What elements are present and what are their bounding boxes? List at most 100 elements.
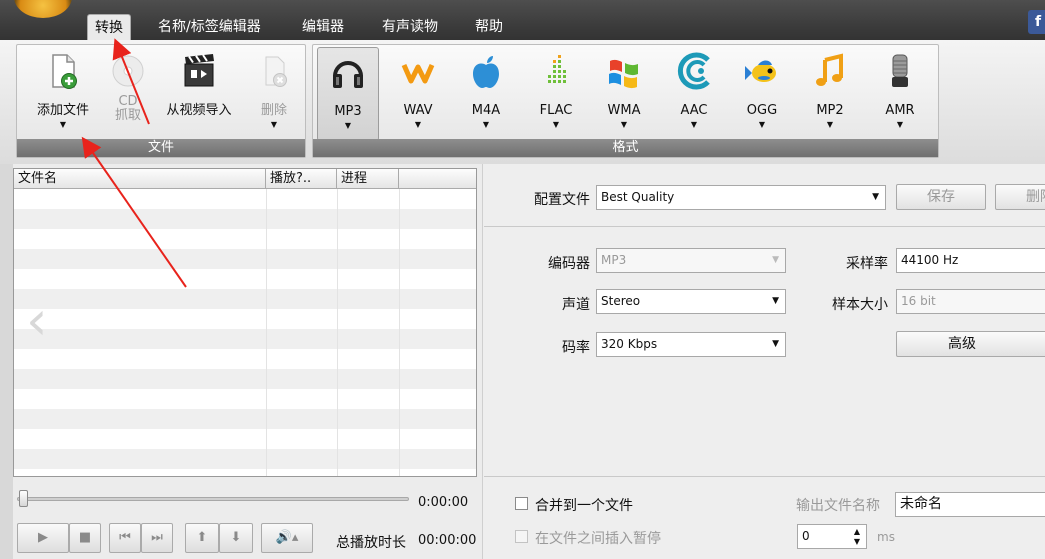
seek-slider[interactable]	[17, 497, 409, 501]
channel-value: Stereo	[601, 294, 641, 308]
next-button[interactable]: ⏭	[141, 523, 173, 553]
profile-label: 配置文件	[534, 192, 590, 208]
advanced-button[interactable]: 高级	[896, 331, 1045, 357]
next-icon: ⏭	[151, 530, 163, 545]
play-button[interactable]: ▶	[17, 523, 69, 553]
samplerate-value: 44100 Hz	[901, 253, 959, 267]
arrow-up-icon: ⬆	[196, 530, 208, 545]
tab-convert[interactable]: 转换	[87, 14, 131, 40]
cd-icon	[112, 55, 144, 87]
chevron-down-icon: ▼	[826, 120, 834, 129]
fish-icon	[745, 60, 776, 82]
merge-checkbox[interactable]	[515, 497, 528, 510]
bitrate-dropdown[interactable]: 320 Kbps ▼	[596, 332, 786, 357]
format-wma-label: WMA	[607, 103, 641, 118]
pause-duration-stepper[interactable]: 0 ▲ ▼	[797, 524, 867, 549]
facebook-icon[interactable]: f	[1028, 10, 1045, 34]
import-video-button[interactable]: 从视频导入	[157, 47, 241, 141]
format-group-caption: 格式	[313, 139, 938, 157]
merge-label: 合并到一个文件	[535, 498, 633, 514]
move-up-button[interactable]: ⬆	[185, 523, 219, 553]
chevron-down-icon: ▼	[344, 121, 352, 130]
list-row	[14, 409, 476, 429]
delete-file-label: 删除	[260, 103, 287, 118]
format-m4a-button[interactable]: M4A ▼	[455, 47, 517, 141]
chevron-down-icon: ▼	[772, 296, 779, 306]
apple-icon	[473, 56, 499, 88]
format-amr-button[interactable]: AMR ▼	[869, 47, 931, 141]
chevron-down-icon: ▼	[896, 120, 904, 129]
format-wav-label: WAV	[403, 103, 433, 118]
format-group: MP3 ▼ WAV ▼ M4A ▼ FLAC ▼ WMA ▼ AAC ▼ OGG…	[312, 44, 939, 158]
tab-help[interactable]: 帮助	[475, 14, 503, 40]
format-mp2-label: MP2	[816, 103, 844, 118]
previous-button[interactable]: ⏮	[109, 523, 141, 553]
cd-rip-button[interactable]: CD 抓取	[103, 47, 153, 141]
column-header-filename[interactable]: 文件名	[14, 169, 266, 189]
column-header-duration[interactable]: 播放?..	[266, 169, 337, 189]
list-row	[14, 369, 476, 389]
file-group: 添加文件 ▼ CD 抓取 从视频导入 删除 ▼ 文件	[16, 44, 306, 158]
stepper-arrows-icon[interactable]: ▲ ▼	[854, 527, 860, 547]
output-filename-input[interactable]: 未命名	[895, 492, 1045, 517]
add-file-icon	[52, 54, 77, 89]
format-mp3-button[interactable]: MP3 ▼	[317, 47, 379, 141]
format-ogg-button[interactable]: OGG ▼	[731, 47, 793, 141]
samplerate-dropdown[interactable]: 44100 Hz	[896, 248, 1045, 273]
format-flac-button[interactable]: FLAC ▼	[525, 47, 587, 141]
left-gutter	[0, 164, 13, 559]
aac-swirl-icon	[677, 52, 710, 90]
output-filename-label: 输出文件名称	[796, 498, 880, 514]
chevron-down-icon: ▼	[482, 120, 490, 129]
format-m4a-label: M4A	[471, 103, 501, 118]
format-ogg-label: OGG	[746, 103, 778, 118]
samplesize-label: 样本大小	[832, 297, 888, 313]
arrow-down-icon: ⬇	[230, 530, 242, 545]
chevron-down-icon: ▼	[552, 120, 560, 129]
save-profile-button[interactable]: 保存	[896, 184, 986, 210]
stop-icon: ■	[78, 530, 92, 545]
insert-pause-checkbox[interactable]	[515, 530, 528, 543]
list-row	[14, 329, 476, 349]
divider	[484, 226, 1045, 227]
volume-button[interactable]: 🔊▴	[261, 523, 313, 553]
pause-duration-value: 0	[802, 529, 810, 543]
format-wma-button[interactable]: WMA ▼	[593, 47, 655, 141]
clapperboard-icon	[184, 54, 214, 87]
codec-dropdown[interactable]: MP3 ▼	[596, 248, 786, 273]
music-note-icon	[816, 53, 843, 86]
tab-tag-editor[interactable]: 名称/标签编辑器	[158, 14, 261, 40]
format-aac-button[interactable]: AAC ▼	[663, 47, 725, 141]
channel-dropdown[interactable]: Stereo ▼	[596, 289, 786, 314]
import-video-label: 从视频导入	[166, 103, 232, 118]
file-list-header: 文件名 播放?.. 进程	[14, 169, 476, 189]
tab-audiobook[interactable]: 有声读物	[382, 14, 438, 40]
play-icon: ▶	[38, 530, 48, 545]
file-list[interactable]: 文件名 播放?.. 进程	[13, 168, 477, 477]
pause-unit-label: ms	[877, 530, 895, 544]
tab-editor[interactable]: 编辑器	[302, 14, 344, 40]
add-file-button[interactable]: 添加文件 ▼	[25, 47, 101, 141]
delete-file-button[interactable]: 删除 ▼	[247, 47, 301, 141]
stop-button[interactable]: ■	[69, 523, 101, 553]
format-mp3-label: MP3	[334, 104, 362, 119]
chevron-down-icon: ▼	[59, 120, 67, 129]
chevron-left-icon[interactable]: ‹	[26, 294, 58, 348]
move-down-button[interactable]: ⬇	[219, 523, 253, 553]
format-mp2-button[interactable]: MP2 ▼	[799, 47, 861, 141]
total-duration-value: 00:00:00	[418, 533, 477, 548]
profile-dropdown[interactable]: Best Quality ▼	[596, 185, 886, 210]
chevron-down-icon: ▼	[620, 120, 628, 129]
format-wav-button[interactable]: WAV ▼	[387, 47, 449, 141]
column-header-progress[interactable]: 进程	[337, 169, 399, 189]
channel-label: 声道	[562, 297, 590, 313]
seek-slider-thumb[interactable]	[19, 490, 28, 507]
delete-profile-button[interactable]: 删除	[995, 184, 1045, 210]
menu-bar: 转换 名称/标签编辑器 编辑器 有声读物 帮助 f	[0, 0, 1045, 40]
samplesize-dropdown[interactable]: 16 bit	[896, 289, 1045, 314]
chevron-down-icon: ▼	[758, 120, 766, 129]
list-row	[14, 449, 476, 469]
speaker-icon: 🔊▴	[275, 530, 299, 545]
codec-label: 编码器	[548, 256, 590, 272]
column-divider	[337, 189, 338, 476]
